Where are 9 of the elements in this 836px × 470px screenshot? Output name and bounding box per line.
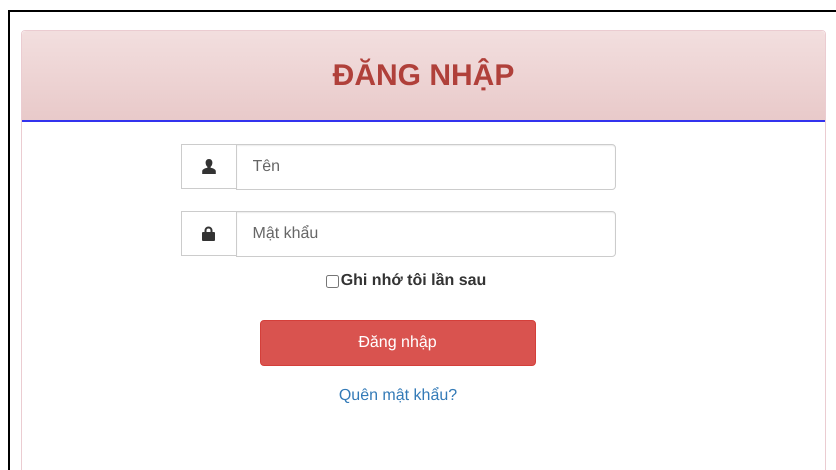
text-field[interactable]: Mật khẩu <box>236 211 616 257</box>
user-icon <box>202 159 216 174</box>
panel-title: ĐĂNG NHẬP <box>332 58 514 92</box>
forgot-password-link[interactable]: Quên mật khẩu? <box>338 387 458 405</box>
text-field[interactable]: Tên <box>236 144 616 190</box>
lock-icon <box>202 226 215 241</box>
remember-checkbox[interactable] <box>326 274 339 288</box>
login-button[interactable]: Đăng nhập <box>260 320 536 366</box>
remember-label: Ghi nhớ tôi lần sau <box>340 272 486 290</box>
